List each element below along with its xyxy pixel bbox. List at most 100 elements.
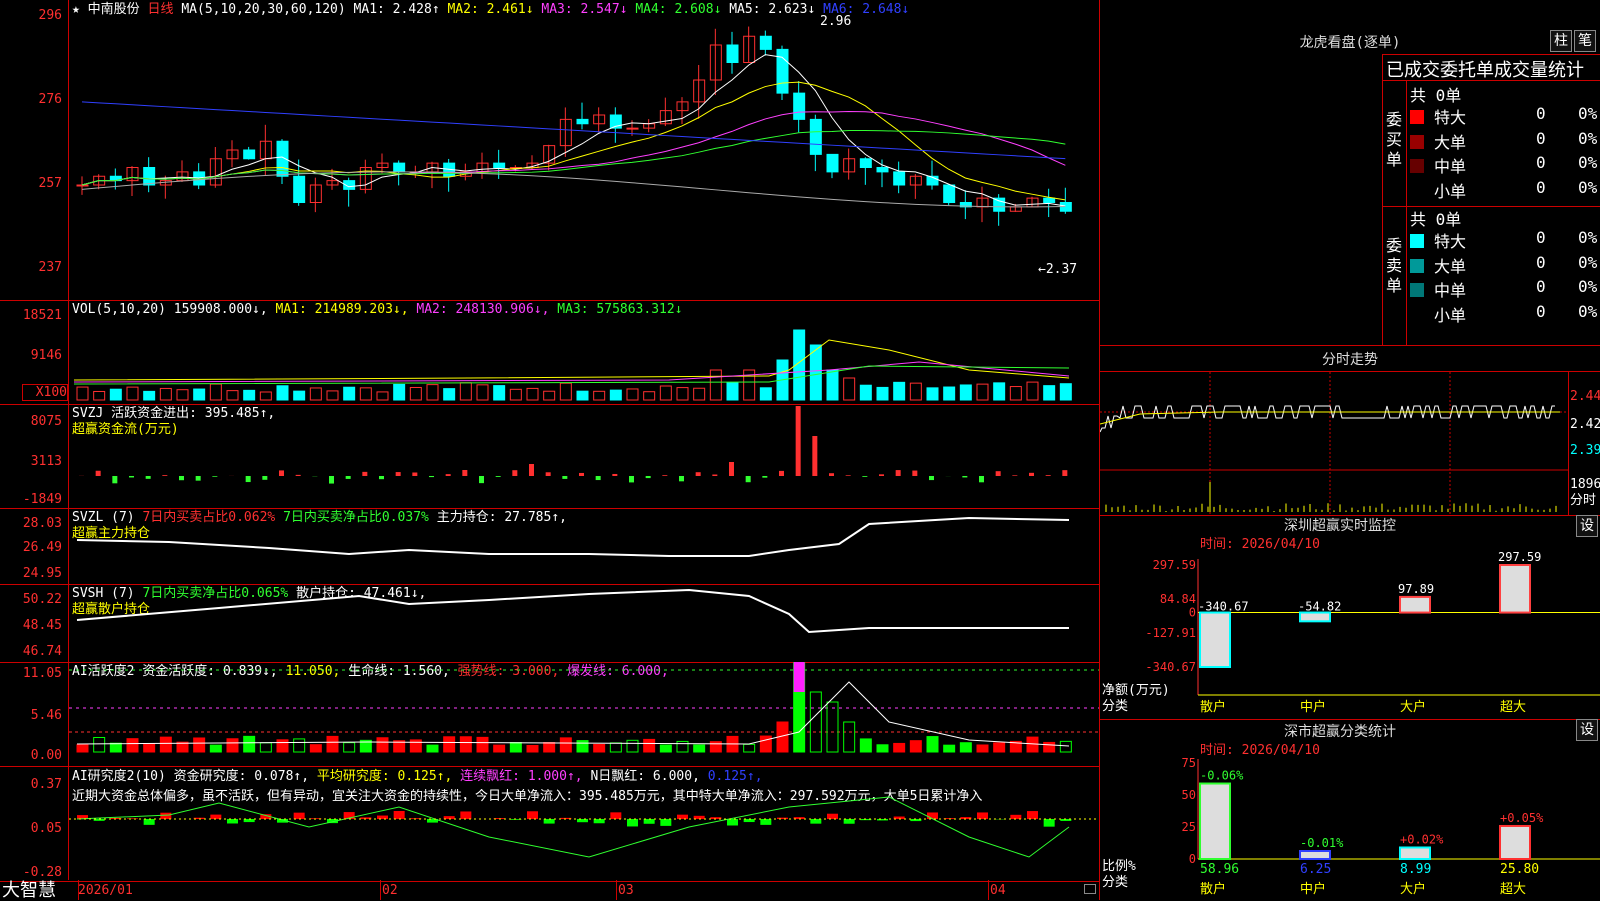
- category-label: 超大: [1500, 700, 1526, 715]
- research-bar: [160, 813, 171, 819]
- volume-chart[interactable]: [69, 300, 1099, 404]
- kline-chart-area[interactable]: ★ 中南股份 日线 MA(5,10,20,30,60,120) MA1: 2.4…: [0, 0, 1100, 900]
- class-bar: [1300, 851, 1330, 859]
- category-label: 中户: [1300, 881, 1326, 897]
- lhb-title: 龙虎看盘(逐单): [1100, 32, 1600, 52]
- flow-bar: [496, 476, 501, 477]
- row-name: 小单: [1434, 306, 1466, 325]
- activity-bar: [277, 740, 288, 752]
- row-percent: 0%: [1578, 153, 1597, 172]
- bar-mode-button[interactable]: 柱: [1550, 30, 1572, 52]
- axis-tick: 75: [1182, 756, 1196, 770]
- flow-bar: [896, 470, 901, 476]
- research-chart[interactable]: [69, 767, 1099, 881]
- svsh-panel[interactable]: SVSH (7) 7日内买卖净占比0.065% 散户持仓: 47.461↓, 超…: [0, 584, 1100, 663]
- volume-bar: [494, 386, 505, 400]
- retail-position-line: [77, 590, 1069, 632]
- row-name: 中单: [1434, 281, 1466, 300]
- row-count: 0: [1536, 277, 1546, 296]
- activity-bar: [160, 737, 171, 752]
- volume-panel[interactable]: VOL(5,10,20) 159908.000↓, MA1: 214989.20…: [0, 300, 1100, 405]
- lhb-panel[interactable]: 龙虎看盘(逐单) 柱 笔 已成交委托单成交量统计 委买单 共 0单 委卖单 共 …: [1100, 0, 1600, 346]
- sz-class-panel[interactable]: 深市超赢分类统计 设 时间: 2026/04/10 比例% 分类 7550250…: [1100, 719, 1600, 900]
- bar-value: 97.89: [1398, 582, 1434, 596]
- change-label: -0.01%: [1300, 836, 1344, 850]
- money-flow-chart[interactable]: [69, 404, 1099, 508]
- activity-bar: [594, 744, 605, 752]
- volume-bar: [227, 391, 238, 400]
- row-count: 0: [1536, 253, 1546, 272]
- candle-body: [560, 119, 571, 145]
- activity-line: [77, 682, 1069, 746]
- row-count: 0: [1536, 178, 1546, 197]
- volume-bar: [260, 392, 271, 400]
- flow-bar: [912, 471, 917, 476]
- sz-monitor-panel[interactable]: 深圳超赢实时监控 设 时间: 2026/04/10 净额(万元) 分类 297.…: [1100, 515, 1600, 720]
- activity-bar: [960, 743, 971, 752]
- flow-bar: [696, 472, 701, 476]
- volume-bar: [444, 389, 455, 400]
- volume-bar: [1060, 384, 1071, 400]
- svzl-panel[interactable]: SVZL (7) 7日内买卖占比0.062% 7日内买卖净占比0.037% 主力…: [0, 508, 1100, 585]
- sz-monitor-chart[interactable]: 297.5984.840-127.91-340.67-340.67散户-54.8…: [1100, 515, 1600, 719]
- ai-research-panel[interactable]: AI研究度2(10) 资金研究度: 0.078↑, 平均研究度: 0.125↑,…: [0, 766, 1100, 882]
- retail-position-chart[interactable]: [69, 584, 1099, 662]
- flow-bar: [646, 476, 651, 478]
- activity-bar: [494, 745, 505, 752]
- lock-icon[interactable]: [1084, 884, 1096, 894]
- row-percent: 0%: [1578, 104, 1597, 123]
- activity-bar: [460, 737, 471, 752]
- activity-bar: [244, 736, 255, 752]
- research-bar: [727, 819, 738, 825]
- flow-bar: [512, 470, 517, 476]
- research-bar: [777, 818, 788, 819]
- volume-bar: [660, 386, 671, 400]
- activity-bar: [644, 739, 655, 752]
- activity-bar: [77, 745, 88, 752]
- volume-bar: [927, 388, 938, 400]
- sz-class-chart[interactable]: 7550250-0.06%58.96散户-0.01%6.25中户+0.02%8.…: [1100, 719, 1600, 900]
- row-percent: 0%: [1578, 178, 1597, 197]
- research-bar: [977, 812, 988, 819]
- candle-body: [794, 93, 805, 119]
- row-percent: 0%: [1578, 253, 1597, 272]
- bar-value: 297.59: [1498, 550, 1541, 564]
- color-swatch: [1410, 110, 1424, 124]
- volume-bar: [610, 390, 621, 400]
- change-label: +0.05%: [1500, 811, 1544, 825]
- activity-chart[interactable]: [69, 662, 1099, 766]
- flow-bar: [679, 476, 684, 481]
- flow-bar: [779, 471, 784, 476]
- ai-activity-panel[interactable]: AI活跃度2 资金活跃度: 0.839↓, 11.050, 生命线: 1.560…: [0, 662, 1100, 767]
- candlestick-chart[interactable]: [69, 0, 1099, 300]
- flow-bar: [412, 473, 417, 476]
- activity-bar: [227, 739, 238, 752]
- candle-body: [827, 154, 838, 172]
- flow-bar: [1012, 475, 1017, 476]
- flow-bar: [796, 406, 801, 476]
- ma-line-10: [82, 82, 1065, 200]
- research-bar: [144, 819, 155, 825]
- main-position-chart[interactable]: [69, 508, 1099, 584]
- row-count: 0: [1536, 302, 1546, 321]
- color-swatch: [1410, 234, 1424, 248]
- vol-ma1: [74, 340, 1069, 380]
- tick-mode-button[interactable]: 笔: [1574, 30, 1596, 52]
- intraday-chart[interactable]: [1100, 372, 1568, 515]
- intraday-panel[interactable]: 分时走势 2.445 2.420 2.395 18961 分时: [1100, 345, 1600, 516]
- row-percent: 0%: [1578, 277, 1597, 296]
- volume-bar: [577, 391, 588, 400]
- research-bar: [927, 812, 938, 819]
- flow-bar: [96, 471, 101, 476]
- category-label: 散户: [1200, 699, 1226, 715]
- activity-bar: [560, 738, 571, 752]
- flow-bar: [462, 470, 467, 476]
- class-bar: [1500, 826, 1530, 859]
- svzj-panel[interactable]: SVZJ 活跃资金进出: 395.485↑, 超赢资金流(万元) 8075 31…: [0, 404, 1100, 509]
- row-name: 特大: [1434, 232, 1466, 251]
- price-panel[interactable]: ★ 中南股份 日线 MA(5,10,20,30,60,120) MA1: 2.4…: [0, 0, 1100, 301]
- candle-body: [394, 163, 405, 172]
- research-line: [77, 797, 1069, 857]
- volume-bar: [710, 370, 721, 400]
- activity-bar: [877, 745, 888, 752]
